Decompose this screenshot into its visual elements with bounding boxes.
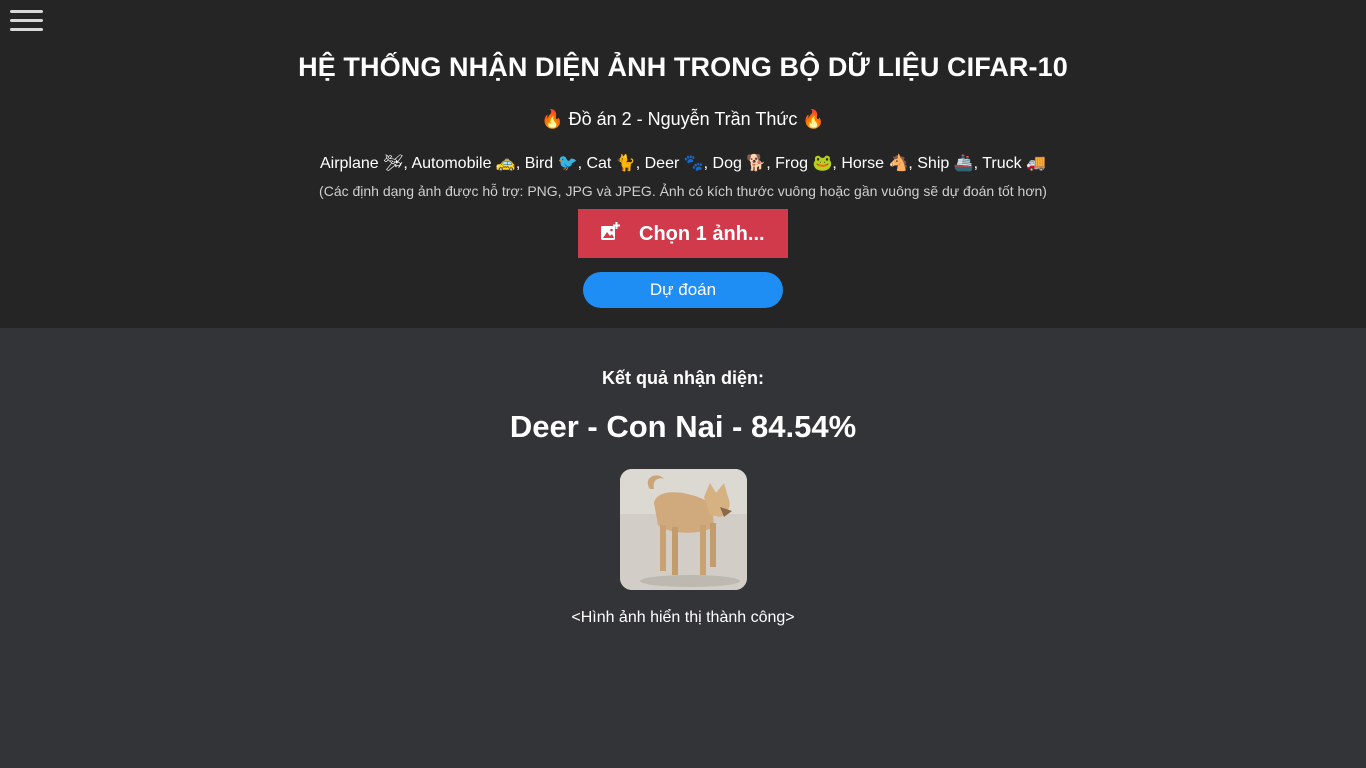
add-photo-icon [601,222,620,240]
header-panel: HỆ THỐNG NHẬN DIỆN ẢNH TRONG BỘ DỮ LIỆU … [0,0,1366,328]
choose-image-button[interactable]: Chọn 1 ảnh... [578,209,788,258]
project-subtitle: 🔥 Đồ án 2 - Nguyễn Trần Thức 🔥 [541,109,825,129]
predict-button[interactable]: Dự đoán [583,272,783,308]
result-heading: Kết quả nhận diện: [602,368,764,388]
image-status: <Hình ảnh hiển thị thành công> [571,609,795,626]
choose-image-label: Chọn 1 ảnh... [639,223,765,245]
format-hint: (Các định dạng ảnh được hỗ trợ: PNG, JPG… [319,183,1047,199]
prediction-result: Deer - Con Nai - 84.54% [509,409,857,444]
page-title: HỆ THỐNG NHẬN DIỆN ẢNH TRONG BỘ DỮ LIỆU … [298,52,1068,82]
class-list: Airplane 🛩, Automobile 🚕, Bird 🐦, Cat 🐈,… [319,155,1047,172]
hamburger-menu-icon[interactable] [10,10,43,32]
uploaded-image-preview [620,469,747,590]
